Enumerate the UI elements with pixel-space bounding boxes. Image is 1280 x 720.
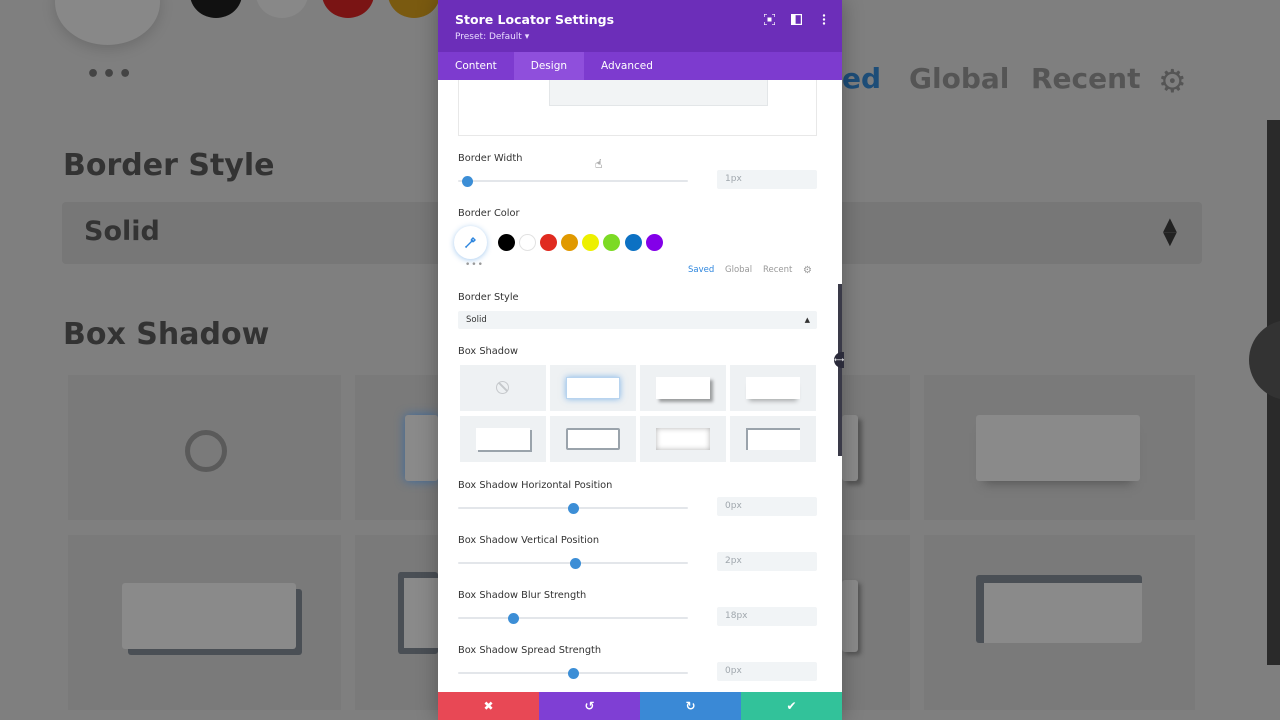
bg-shadow-card	[976, 415, 1140, 481]
settings-panel: Store Locator Settings Preset: Default ▾…	[438, 0, 842, 720]
swatch-blue[interactable]	[625, 234, 642, 251]
border-color-label: Border Color	[458, 208, 520, 219]
panel-content: Border Width ☝ 1px Border Color ••• Save…	[438, 80, 842, 692]
more-options-icon[interactable]	[817, 13, 830, 26]
blur-strength-label: Box Shadow Blur Strength	[458, 590, 587, 601]
bg-swatch	[322, 0, 374, 18]
scrollbar[interactable]	[838, 284, 842, 456]
bg-box-shadow-heading: Box Shadow	[63, 317, 270, 352]
shadow-preset-2[interactable]	[640, 365, 726, 411]
save-button[interactable]: ✔	[741, 692, 842, 720]
panel-resize-handle[interactable]: ⟷	[834, 352, 844, 368]
bg-shadow-card	[842, 580, 858, 652]
bg-gear-icon: ⚙	[1158, 62, 1187, 100]
border-style-label: Border Style	[458, 292, 519, 303]
spread-strength-knob[interactable]	[567, 667, 579, 679]
horizontal-position-knob[interactable]	[567, 502, 579, 514]
shadow-preset-5[interactable]	[550, 416, 636, 462]
blur-strength-input[interactable]: 18px	[717, 607, 817, 626]
bg-select-value: Solid	[84, 216, 160, 247]
bg-swatch	[256, 0, 308, 18]
color-tab-global[interactable]: Global	[725, 265, 752, 275]
vertical-position-slider[interactable]	[458, 557, 688, 569]
hand-cursor-icon: ☝	[595, 157, 603, 171]
bg-swatch	[190, 0, 242, 18]
border-width-input[interactable]: 1px	[717, 170, 817, 189]
border-preview	[458, 80, 817, 136]
shadow-preset-7[interactable]	[730, 416, 816, 462]
spread-strength-slider[interactable]	[458, 667, 688, 679]
spread-strength-input[interactable]: 0px	[717, 662, 817, 681]
horizontal-position-input[interactable]: 0px	[717, 497, 817, 516]
eyedropper-button[interactable]	[454, 226, 487, 259]
bg-shadow-card	[405, 415, 438, 481]
bg-select-arrow-icon: ▲ ▼	[1163, 214, 1177, 249]
undo-button[interactable]: ↺	[539, 692, 640, 720]
split-view-icon[interactable]	[790, 13, 803, 26]
panel-title: Store Locator Settings	[455, 12, 615, 27]
vertical-position-knob[interactable]	[569, 557, 581, 569]
color-tab-recent[interactable]: Recent	[763, 265, 792, 275]
panel-footer: ✖ ↺ ↻ ✔	[438, 692, 842, 720]
blur-strength-slider[interactable]	[458, 612, 688, 624]
shadow-preset-4[interactable]	[460, 416, 546, 462]
swatch-purple[interactable]	[646, 234, 663, 251]
horizontal-position-label: Box Shadow Horizontal Position	[458, 480, 613, 491]
redo-button[interactable]: ↻	[640, 692, 741, 720]
swatch-black[interactable]	[498, 234, 515, 251]
bg-shadow-card	[842, 415, 858, 481]
box-shadow-presets	[460, 365, 816, 462]
gear-icon[interactable]: ⚙	[803, 265, 812, 276]
no-shadow-icon	[496, 381, 509, 394]
bg-picker-circle	[55, 0, 160, 45]
swatch-green[interactable]	[603, 234, 620, 251]
border-width-slider-knob[interactable]	[461, 175, 473, 187]
shadow-preset-3[interactable]	[730, 365, 816, 411]
border-style-select[interactable]: Solid ▲	[458, 311, 817, 329]
tab-design[interactable]: Design	[513, 52, 585, 80]
swatch-orange[interactable]	[561, 234, 578, 251]
bg-tab-recent: Recent	[1031, 62, 1141, 95]
eyedropper-icon	[464, 237, 476, 249]
box-shadow-label: Box Shadow	[458, 346, 518, 357]
color-tab-saved[interactable]: Saved	[688, 265, 714, 275]
vertical-position-input[interactable]: 2px	[717, 552, 817, 571]
bg-swatch	[388, 0, 440, 18]
bg-border-style-heading: Border Style	[63, 148, 275, 183]
bg-right-toggle	[1249, 320, 1280, 400]
border-style-value: Solid	[466, 315, 487, 325]
swatch-white[interactable]	[519, 234, 536, 251]
bg-none-icon	[185, 430, 227, 472]
horizontal-position-slider[interactable]	[458, 502, 688, 514]
more-colors-icon[interactable]: •••	[465, 260, 484, 270]
panel-header: Store Locator Settings Preset: Default ▾	[438, 0, 842, 52]
cancel-button[interactable]: ✖	[438, 692, 539, 720]
bg-shadow-card	[976, 575, 1142, 643]
fullscreen-icon[interactable]	[763, 13, 776, 26]
border-width-label: Border Width	[458, 153, 523, 164]
swatch-red[interactable]	[540, 234, 557, 251]
bg-tab-saved: ed	[842, 62, 882, 95]
shadow-preset-6[interactable]	[640, 416, 726, 462]
border-preview-inner	[549, 80, 768, 106]
shadow-preset-1[interactable]	[550, 365, 636, 411]
tab-advanced[interactable]: Advanced	[584, 52, 670, 80]
tab-content[interactable]: Content	[438, 52, 514, 80]
bg-shadow-card	[398, 572, 438, 654]
panel-tabs: Content Design Advanced	[438, 52, 842, 80]
select-arrows-icon: ▲	[804, 316, 810, 324]
blur-strength-knob[interactable]	[507, 612, 519, 624]
header-icons	[763, 13, 830, 26]
bg-shadow-card	[122, 583, 296, 649]
preset-dropdown[interactable]: Preset: Default ▾	[455, 32, 529, 42]
bg-tab-global: Global	[909, 62, 1010, 95]
vertical-position-label: Box Shadow Vertical Position	[458, 535, 600, 546]
spread-strength-label: Box Shadow Spread Strength	[458, 645, 602, 656]
shadow-preset-none[interactable]	[460, 365, 546, 411]
swatch-yellow[interactable]	[582, 234, 599, 251]
bg-dots: •••	[86, 62, 135, 87]
border-width-slider[interactable]	[458, 175, 688, 187]
